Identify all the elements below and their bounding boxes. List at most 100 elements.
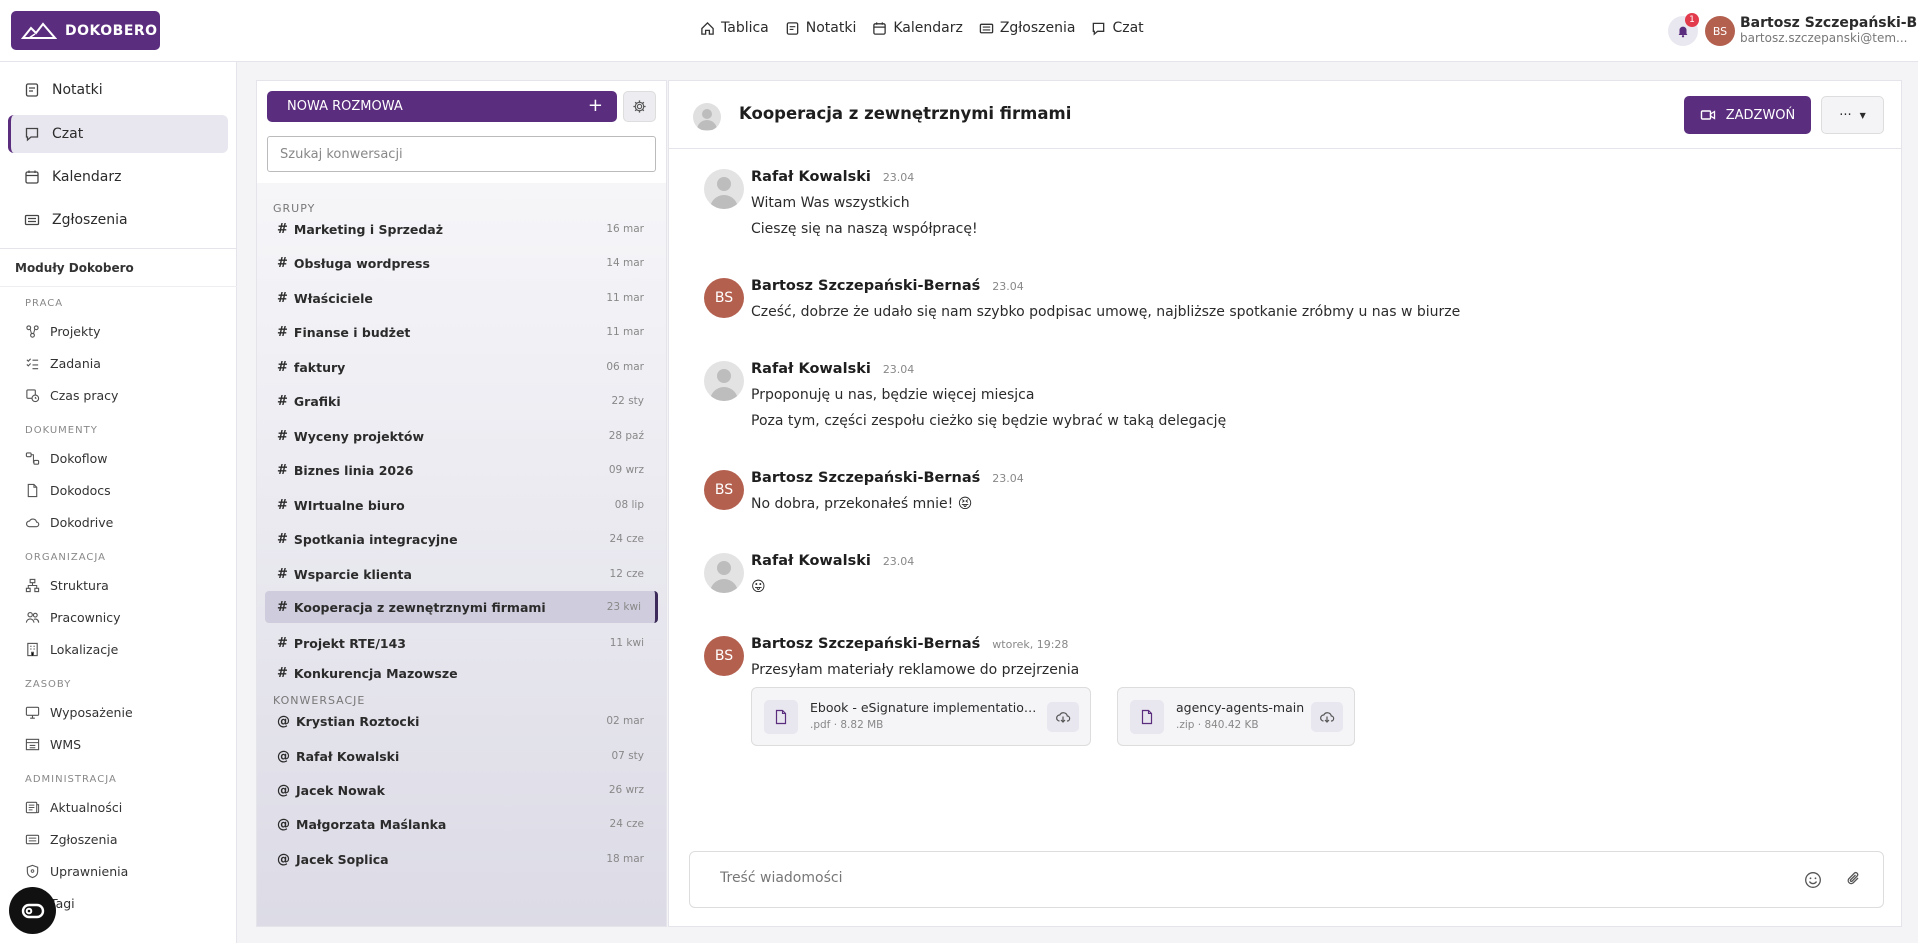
conversation-search-input[interactable] [267,136,656,172]
call-button[interactable]: ZADZWOŃ [1684,96,1811,134]
conversation-item[interactable]: # Finanse i budżet 11 mar [265,316,658,348]
conversation-item[interactable]: # Właściciele 11 mar [265,282,658,314]
sidebar-item-wms[interactable]: WMS [25,737,81,752]
more-options-button[interactable]: ··· ▼ [1821,96,1884,134]
sidebar-item-label: Pracownicy [50,610,121,625]
message-input[interactable] [720,870,1780,886]
conversation-item[interactable]: # Spotkania integracyjne 24 cze [265,523,658,555]
conversation-date: 07 sty [611,750,645,762]
conversation-item[interactable]: # Grafiki 22 sty [265,385,658,417]
sidebar-section-title: ADMINISTRACJA [25,774,117,785]
attachment-meta: .pdf · 8.82 MB [810,719,884,731]
sidebar-item-zgloszenia[interactable]: Zgłoszenia [8,201,228,239]
sidebar-item-czat[interactable]: Czat [8,115,228,153]
conversation-name: Biznes linia 2026 [293,462,414,478]
conversation-name: WIrtualne biuro [293,497,405,513]
new-conversation-button[interactable]: NOWA ROZMOWA + [267,91,617,122]
sidebar-item-notatki[interactable]: Notatki [8,71,228,109]
news-icon [25,801,40,814]
calendar-icon [25,170,39,184]
direct-conversation-item[interactable]: @ Jacek Soplica 18 mar [265,843,658,875]
sidebar-item-label: Lokalizacje [50,642,119,657]
conversation-item[interactable]: # faktury 06 mar [265,351,658,383]
conversation-date: 24 cze [609,818,644,830]
hash-icon: # [277,255,288,271]
attachment-card[interactable]: agency-agents-main .zip · 840.42 KB [1117,687,1355,746]
user-menu[interactable]: Bartosz Szczepański-B... bartosz.szczepa… [1740,15,1918,45]
conversation-item[interactable]: # Projekt RTE/143 11 kwi [265,627,658,659]
message-author: Rafał Kowalski 23.04 [751,169,914,185]
sidebar-item-projekty[interactable]: Projekty [25,324,101,339]
sidebar-item-czas-pracy[interactable]: Czas pracy [25,388,118,403]
sidebar-item-wyposazenie[interactable]: Wyposażenie [25,705,133,720]
conversation-item[interactable]: # Konkurencja Mazowsze [265,657,658,689]
conversation-name: Rafał Kowalski [296,748,400,764]
at-icon: @ [277,713,290,729]
conversation-item[interactable]: # WIrtualne biuro 08 lip [265,489,658,521]
sidebar-item-dokodrive[interactable]: Dokodrive [25,515,113,530]
message-text: 😛 [751,579,766,595]
file-icon [764,700,798,734]
topnav-item-tablica[interactable]: Tablica [700,20,769,36]
attachment-card[interactable]: Ebook - eSignature implementation guide … [751,687,1091,746]
sidebar-item-struktura[interactable]: Struktura [25,578,109,593]
conversation-item[interactable]: # Obsługa wordpress 14 mar [265,247,658,279]
sidebar-item-dokodocs[interactable]: Dokodocs [25,483,111,498]
conversation-item-active[interactable]: # Kooperacja z zewnętrznymi firmami 23 kwi [265,591,658,623]
notifications-button[interactable]: 1 [1668,13,1699,46]
sidebar-item-zgloszenia-admin[interactable]: Zgłoszenia [25,832,118,847]
help-widget-button[interactable] [9,887,56,934]
topnav-item-czat[interactable]: Czat [1091,20,1144,36]
conversation-date: 22 sty [611,395,645,407]
author-name: Bartosz Szczepański-Bernaś [751,470,981,486]
direct-conversation-item[interactable]: @ Jacek Nowak 26 wrz [265,774,658,806]
message-composer [689,851,1884,908]
at-icon: @ [277,748,290,764]
conversation-item[interactable]: # Wyceny projektów 28 paź [265,420,658,452]
topnav-item-notatki[interactable]: Notatki [785,20,856,36]
sidebar-item-aktualnosci[interactable]: Aktualności [25,800,122,815]
chat-widget-icon [21,903,44,918]
building-icon [27,642,38,657]
direct-conversation-item[interactable]: @ Rafał Kowalski 07 sty [265,740,658,772]
direct-conversation-item[interactable]: @ Krystian Roztocki 02 mar [265,705,658,737]
sidebar-item-uprawnienia[interactable]: Uprawnienia [25,864,128,879]
conversation-item[interactable]: # Wsparcie klienta 12 cze [265,558,658,590]
paperclip-icon[interactable] [1845,870,1863,888]
download-button[interactable] [1311,702,1343,732]
sidebar-item-lokalizacje[interactable]: Lokalizacje [25,642,118,657]
at-icon: @ [277,782,290,798]
topnav-label: Kalendarz [893,20,963,36]
sidebar-section-title: ORGANIZACJA [25,552,106,563]
conversation-date: 18 mar [606,853,644,865]
conversation-name: Małgorzata Maślanka [296,816,447,832]
attachment-name: agency-agents-main [1176,700,1305,715]
avatar: BS [704,470,744,510]
sidebar-item-zadania[interactable]: Zadania [25,356,101,371]
sidebar-item-kalendarz[interactable]: Kalendarz [8,158,228,196]
hash-icon: # [277,324,288,340]
topnav-item-zgloszenia[interactable]: Zgłoszenia [979,20,1075,36]
message-text: Przesyłam materiały reklamowe do przejrz… [751,662,1080,678]
sidebar-item-label: Czas pracy [50,388,119,403]
conversation-settings-button[interactable] [623,91,656,122]
message-time: 23.04 [992,472,1024,485]
download-button[interactable] [1047,702,1079,732]
timer-icon [26,389,40,403]
conversation-date: 06 mar [606,361,644,373]
emoji-icon[interactable] [1804,871,1822,889]
conversation-name: Projekt RTE/143 [293,635,407,651]
hash-icon: # [277,359,288,375]
conversation-name: Wsparcie klienta [293,566,412,582]
conversation-date: 02 mar [606,715,644,727]
topnav-item-kalendarz[interactable]: Kalendarz [872,20,963,36]
direct-conversation-item[interactable]: @ Małgorzata Maślanka 24 cze [265,808,658,840]
conversation-list: GRUPY # Marketing i Sprzedaż 16 mar # Obsłu… [257,183,666,926]
conversation-item[interactable]: # Biznes linia 2026 09 wrz [265,454,658,486]
sidebar-item-label: Zgłoszenia [52,212,128,228]
conversation-item[interactable]: # Marketing i Sprzedaż 16 mar [265,213,658,245]
user-avatar[interactable]: BS [1705,16,1735,46]
logo[interactable]: DOKOBERO [11,11,160,50]
sidebar-item-dokoflow[interactable]: Dokoflow [25,451,107,466]
sidebar-item-pracownicy[interactable]: Pracownicy [25,610,121,625]
